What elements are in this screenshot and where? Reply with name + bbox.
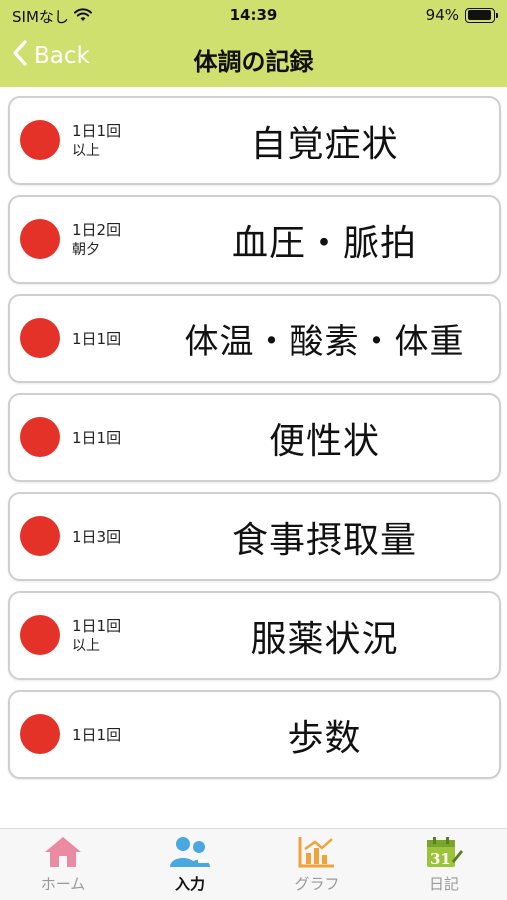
frequency-count: 1日1回 bbox=[72, 725, 122, 744]
record-item-stool[interactable]: 1日1回 便性状 bbox=[8, 393, 501, 482]
status-dot bbox=[20, 417, 60, 457]
record-item-label: 食事摂取量 bbox=[231, 519, 417, 561]
frequency-note: 朝夕 bbox=[72, 241, 100, 258]
users-icon bbox=[168, 835, 212, 869]
status-dot bbox=[20, 120, 60, 160]
battery-percent: 94% bbox=[425, 6, 459, 24]
frequency-count: 1日1回 bbox=[72, 121, 122, 140]
chart-icon bbox=[297, 835, 337, 869]
record-item-label: 血圧・脈拍 bbox=[231, 222, 417, 264]
record-item-blood-pressure[interactable]: 1日2回 朝夕 血圧・脈拍 bbox=[8, 195, 501, 284]
frequency-note: 以上 bbox=[72, 637, 100, 654]
frequency-count: 1日3回 bbox=[72, 527, 122, 546]
status-bar: SIMなし 14:39 94% bbox=[0, 0, 507, 30]
status-dot bbox=[20, 516, 60, 556]
tab-diary-label: 日記 bbox=[428, 875, 459, 893]
home-icon bbox=[43, 835, 83, 869]
record-item-symptoms[interactable]: 1日1回 以上 自覚症状 bbox=[8, 96, 501, 185]
page-title: 体調の記録 bbox=[193, 48, 314, 76]
record-item-label: 便性状 bbox=[268, 420, 380, 462]
record-item-meal-intake[interactable]: 1日3回 食事摂取量 bbox=[8, 492, 501, 581]
tab-bar: ホーム 入力 グラフ 31 日記 bbox=[0, 828, 507, 900]
status-right: 94% bbox=[425, 6, 498, 24]
record-item-label: 服薬状況 bbox=[250, 618, 399, 660]
frequency: 1日1回 以上 bbox=[72, 593, 121, 678]
record-item-medication[interactable]: 1日1回 以上 服薬状況 bbox=[8, 591, 501, 680]
header: SIMなし 14:39 94% Back 体調の記録 bbox=[0, 0, 507, 87]
frequency: 1日2回 朝夕 bbox=[72, 197, 121, 282]
record-item-steps[interactable]: 1日1回 歩数 bbox=[8, 690, 501, 779]
tab-input[interactable]: 入力 bbox=[127, 835, 253, 897]
tab-graph-label: グラフ bbox=[294, 875, 340, 893]
record-item-label: 歩数 bbox=[287, 717, 362, 759]
status-dot bbox=[20, 219, 60, 259]
calendar-icon: 31 bbox=[424, 835, 464, 869]
frequency-count: 1日1回 bbox=[72, 428, 122, 447]
record-item-label: 自覚症状 bbox=[250, 123, 399, 165]
status-dot bbox=[20, 714, 60, 754]
record-item-temperature[interactable]: 1日1回 体温・酸素・体重 bbox=[8, 294, 501, 383]
frequency-note: 以上 bbox=[72, 142, 100, 159]
record-item-label: 体温・酸素・体重 bbox=[184, 322, 465, 362]
tab-input-label: 入力 bbox=[174, 875, 205, 893]
tab-home[interactable]: ホーム bbox=[0, 835, 126, 897]
tab-graph[interactable]: グラフ bbox=[254, 835, 380, 897]
frequency-count: 1日1回 bbox=[72, 329, 122, 348]
tab-diary[interactable]: 31 日記 bbox=[381, 835, 507, 897]
frequency: 1日1回 bbox=[72, 296, 121, 381]
status-dot bbox=[20, 318, 60, 358]
frequency: 1日1回 以上 bbox=[72, 98, 121, 183]
frequency: 1日1回 bbox=[72, 692, 121, 777]
tab-home-label: ホーム bbox=[40, 875, 86, 893]
frequency-count: 1日1回 bbox=[72, 616, 122, 635]
battery-icon bbox=[465, 7, 498, 23]
status-dot bbox=[20, 615, 60, 655]
frequency: 1日3回 bbox=[72, 494, 121, 579]
svg-text:31: 31 bbox=[430, 850, 451, 868]
nav-bar: Back 体調の記録 bbox=[0, 36, 507, 80]
frequency-count: 1日2回 bbox=[72, 220, 122, 239]
frequency: 1日1回 bbox=[72, 395, 121, 480]
